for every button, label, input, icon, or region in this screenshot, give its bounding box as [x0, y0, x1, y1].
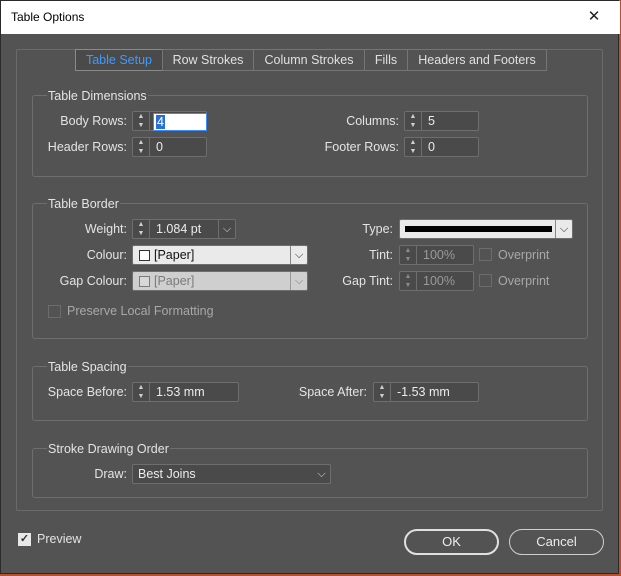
spin-arrows-icon[interactable]: ▲ ▼: [405, 112, 422, 130]
columns-stepper[interactable]: ▲ ▼ 5: [404, 111, 479, 131]
cancel-button[interactable]: Cancel: [509, 529, 604, 555]
space-before-input[interactable]: 1.53 mm: [156, 383, 205, 401]
space-after-stepper[interactable]: ▲ ▼ -1.53 mm: [373, 382, 479, 402]
stroke-type-dropdown[interactable]: ⌵: [399, 219, 573, 239]
body-rows-label: Body Rows:: [60, 114, 127, 128]
spin-arrows-icon[interactable]: ▲ ▼: [400, 246, 417, 264]
weight-combo[interactable]: ▲ ▼ 1.084 pt ⌵: [132, 219, 236, 239]
preview-label: Preview: [37, 532, 82, 546]
spin-arrows-icon[interactable]: ▲ ▼: [405, 138, 422, 156]
tab-row-strokes[interactable]: Row Strokes: [162, 49, 254, 71]
tint-stepper[interactable]: ▲ ▼ 100%: [399, 245, 474, 265]
spin-arrows-icon[interactable]: ▲ ▼: [133, 112, 150, 130]
gap-tint-input[interactable]: 100%: [423, 272, 455, 290]
colour-label: Colour:: [86, 248, 127, 262]
header-rows-stepper[interactable]: ▲ ▼ 0: [132, 137, 207, 157]
preserve-local-formatting-label: Preserve Local Formatting: [67, 304, 214, 318]
tab-column-strokes[interactable]: Column Strokes: [253, 49, 365, 71]
spin-arrows-icon[interactable]: ▲ ▼: [400, 272, 417, 290]
space-before-stepper[interactable]: ▲ ▼ 1.53 mm: [132, 382, 239, 402]
spin-arrows-icon[interactable]: ▲ ▼: [374, 383, 391, 401]
table-spacing-title: Table Spacing: [47, 359, 128, 375]
gap-tint-label: Gap Tint:: [342, 274, 393, 288]
solid-line-swatch: [405, 226, 552, 232]
tab-table-setup[interactable]: Table Setup: [75, 49, 163, 71]
footer-rows-stepper[interactable]: ▲ ▼ 0: [404, 137, 479, 157]
header-rows-label: Header Rows:: [47, 140, 127, 154]
tab-headers-and-footers[interactable]: Headers and Footers: [407, 49, 547, 71]
header-rows-input[interactable]: 0: [156, 138, 163, 156]
gap-overprint-checkbox[interactable]: [479, 274, 492, 287]
paper-swatch-icon: [139, 276, 150, 287]
columns-input[interactable]: 5: [428, 112, 435, 130]
ok-button[interactable]: OK: [404, 529, 499, 555]
table-border-title: Table Border: [47, 196, 120, 212]
space-before-label: Space Before:: [47, 385, 127, 399]
tint-input[interactable]: 100%: [423, 246, 455, 264]
body-rows-input[interactable]: 4: [153, 113, 207, 131]
overprint-label: Overprint: [498, 248, 550, 262]
table-dimensions-title: Table Dimensions: [47, 88, 148, 104]
footer-rows-input[interactable]: 0: [428, 138, 435, 156]
chevron-down-icon[interactable]: ⌵: [555, 220, 572, 238]
space-after-input[interactable]: -1.53 mm: [397, 383, 450, 401]
title-bar[interactable]: Table Options: [1, 1, 620, 34]
colour-value: [Paper]: [154, 248, 195, 262]
gap-tint-stepper[interactable]: ▲ ▼ 100%: [399, 271, 474, 291]
spin-arrows-icon[interactable]: ▲ ▼: [133, 138, 150, 156]
table-dimensions-group: [32, 95, 588, 177]
draw-label: Draw:: [94, 467, 127, 481]
chevron-down-icon[interactable]: ⌵: [313, 465, 330, 483]
footer-rows-label: Footer Rows:: [324, 140, 399, 154]
gap-overprint-label: Overprint: [498, 274, 550, 288]
weight-label: Weight:: [84, 222, 127, 236]
overprint-checkbox[interactable]: [479, 248, 492, 261]
paper-swatch-icon: [139, 250, 150, 261]
draw-value: Best Joins: [138, 467, 196, 481]
draw-dropdown[interactable]: Best Joins ⌵: [132, 464, 331, 484]
space-after-label: Space After:: [298, 385, 367, 399]
preserve-local-formatting-checkbox[interactable]: [48, 305, 61, 318]
gap-colour-label: Gap Colour:: [59, 274, 127, 288]
tint-label: Tint:: [369, 248, 393, 262]
body-rows-stepper[interactable]: ▲ ▼ 4: [132, 111, 207, 131]
gap-colour-dropdown[interactable]: [Paper] ⌵: [132, 271, 308, 291]
columns-label: Columns:: [346, 114, 399, 128]
colour-dropdown[interactable]: [Paper] ⌵: [132, 245, 308, 265]
type-label: Type:: [362, 222, 393, 236]
spin-arrows-icon[interactable]: ▲ ▼: [133, 383, 150, 401]
chevron-down-icon[interactable]: ⌵: [218, 220, 235, 238]
weight-input[interactable]: 1.084 pt: [156, 220, 201, 238]
stroke-drawing-order-title: Stroke Drawing Order: [47, 441, 170, 457]
preview-checkbox[interactable]: ✓: [18, 533, 31, 546]
close-icon[interactable]: ✕: [586, 9, 602, 25]
gap-colour-value: [Paper]: [154, 274, 195, 288]
window-title: Table Options: [11, 10, 85, 24]
spin-arrows-icon[interactable]: ▲ ▼: [133, 220, 150, 238]
table-options-dialog: Table Options ✕ Table Setup Row Strokes …: [0, 0, 620, 574]
tab-fills[interactable]: Fills: [364, 49, 408, 71]
